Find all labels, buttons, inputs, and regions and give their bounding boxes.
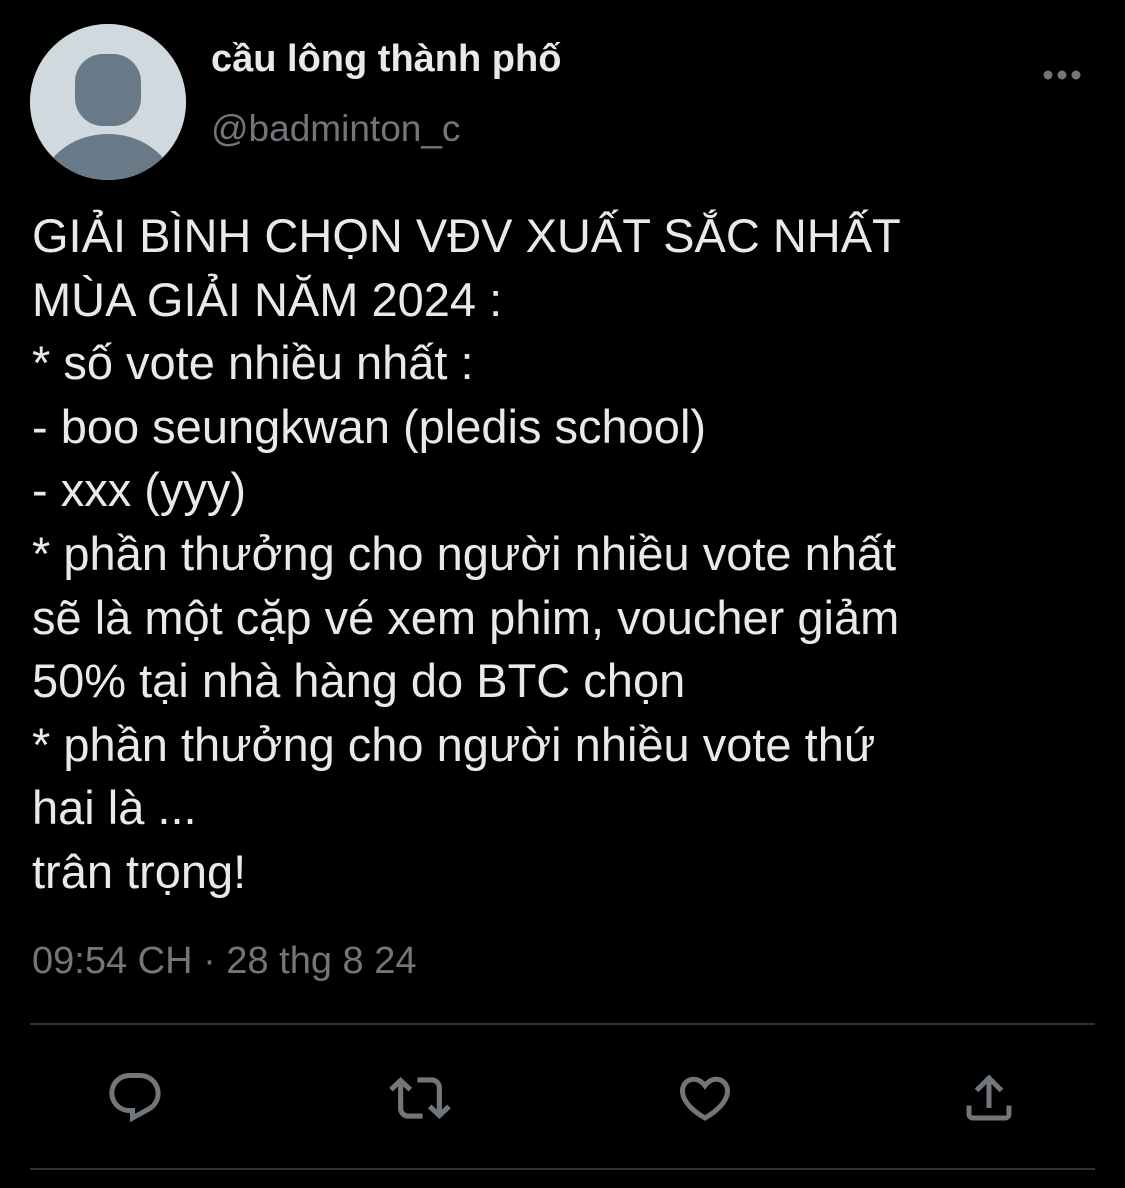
share-button[interactable] [956,1065,1022,1131]
default-avatar-icon [30,24,186,180]
author-display-name[interactable]: cầu lông thành phố [211,38,561,81]
retweet-button[interactable] [387,1065,453,1131]
share-icon [966,1074,1012,1121]
divider [30,1023,1095,1025]
tweet-actions-bar [0,1065,1125,1131]
reply-icon [109,1073,161,1123]
reply-button[interactable] [102,1065,168,1131]
tweet-text-line: sẽ là một cặp vé xem phim, voucher giảm [32,590,900,644]
tweet-text-line: * phần thưởng cho người nhiều vote thứ [32,717,876,771]
like-button[interactable] [672,1065,738,1131]
tweet-timestamp[interactable]: 09:54 CH · 28 thg 8 24 [32,940,416,983]
tweet-text-line: trân trọng! [32,844,247,898]
tweet-text-line: GIẢI BÌNH CHỌN VĐV XUẤT SẮC NHẤT [32,209,901,262]
more-options-button[interactable] [1038,58,1086,92]
tweet-text-line: 50% tại nhà hàng do BTC chọn [32,654,686,708]
more-dots-icon [1043,70,1081,80]
tweet-text-line: MÙA GIẢI NĂM 2024 : [32,272,503,326]
avatar[interactable] [30,24,186,180]
divider [30,1168,1095,1170]
tweet-text-line: * phần thưởng cho người nhiều vote nhất [32,526,897,580]
author-handle[interactable]: @badminton_c [211,108,460,150]
tweet-text-line: - xxx (yyy) [32,463,247,517]
tweet-text-line: - boo seungkwan (pledis school) [32,399,707,453]
tweet-text-line: hai là ... [32,781,197,835]
tweet-text: GIẢI BÌNH CHỌN VĐV XUẤT SẮC NHẤT MÙA GIẢ… [32,204,1102,904]
heart-icon [679,1076,731,1121]
tweet-text-line: * số vote nhiều nhất : [32,336,474,390]
retweet-icon [389,1077,451,1119]
